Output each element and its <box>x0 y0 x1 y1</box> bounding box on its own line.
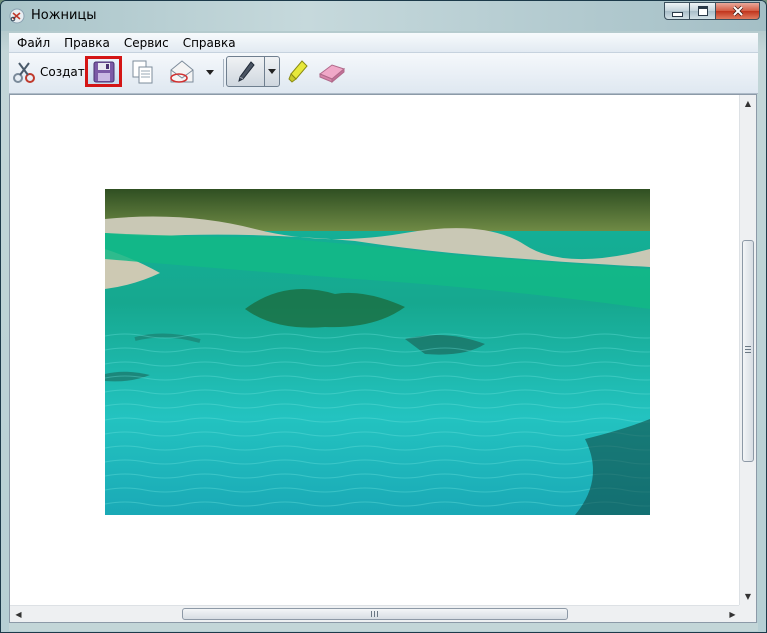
envelope-icon <box>170 60 194 83</box>
snip-canvas: ▲ ▼ ◀ ▶ <box>9 94 757 623</box>
vertical-scroll-thumb[interactable] <box>742 240 754 462</box>
new-snip-button[interactable]: Создать <box>11 55 92 89</box>
title-bar[interactable]: Ножницы <box>1 1 766 31</box>
pen-dropdown-button[interactable] <box>265 57 279 86</box>
grip-icon <box>745 346 751 353</box>
grip-icon <box>371 611 378 617</box>
eraser-icon <box>319 64 346 84</box>
scissors-icon <box>13 62 35 83</box>
close-icon <box>732 5 743 17</box>
toolbar: Создать <box>9 53 758 94</box>
window-bottom-frame <box>9 623 758 631</box>
scroll-down-button[interactable]: ▼ <box>740 588 756 605</box>
caption-buttons <box>664 2 760 22</box>
menu-file[interactable]: Файл <box>9 36 57 50</box>
eraser-button[interactable] <box>317 55 347 89</box>
vertical-scrollbar[interactable]: ▲ ▼ <box>739 95 756 605</box>
chevron-down-icon <box>268 69 277 74</box>
pen-tool-button[interactable] <box>226 56 280 87</box>
scroll-up-button[interactable]: ▲ <box>740 95 756 112</box>
snipping-tool-window: Ножницы Файл Правка Сервис Справка Созда… <box>0 0 767 633</box>
scissors-app-icon <box>9 8 25 24</box>
maximize-icon <box>697 6 708 16</box>
maximize-button[interactable] <box>690 2 716 20</box>
scroll-left-button[interactable]: ◀ <box>10 606 27 622</box>
horizontal-scroll-thumb[interactable] <box>182 608 568 620</box>
minimize-icon <box>671 11 683 17</box>
chevron-down-icon <box>206 69 214 75</box>
horizontal-scrollbar[interactable]: ◀ ▶ <box>10 605 741 622</box>
menu-help[interactable]: Справка <box>176 36 243 50</box>
copy-button[interactable] <box>131 55 155 89</box>
pen-tool-main[interactable] <box>227 57 266 86</box>
window-title: Ножницы <box>31 8 97 23</box>
scrollbar-corner <box>739 605 756 622</box>
floppy-disk-icon <box>93 61 114 82</box>
copy-icon <box>132 60 153 84</box>
lake-photo <box>105 189 650 515</box>
toolbar-separator <box>223 59 224 87</box>
menu-tools[interactable]: Сервис <box>117 36 176 50</box>
menu-edit[interactable]: Правка <box>57 36 117 50</box>
close-button[interactable] <box>716 2 760 20</box>
minimize-button[interactable] <box>664 2 690 20</box>
pen-icon <box>237 60 255 82</box>
send-dropdown-button[interactable] <box>204 55 216 89</box>
save-snip-button[interactable] <box>85 56 122 87</box>
send-snip-button[interactable] <box>167 55 197 89</box>
menu-bar: Файл Правка Сервис Справка <box>9 33 758 53</box>
highlighter-icon <box>288 60 308 83</box>
highlighter-button[interactable] <box>287 55 309 89</box>
